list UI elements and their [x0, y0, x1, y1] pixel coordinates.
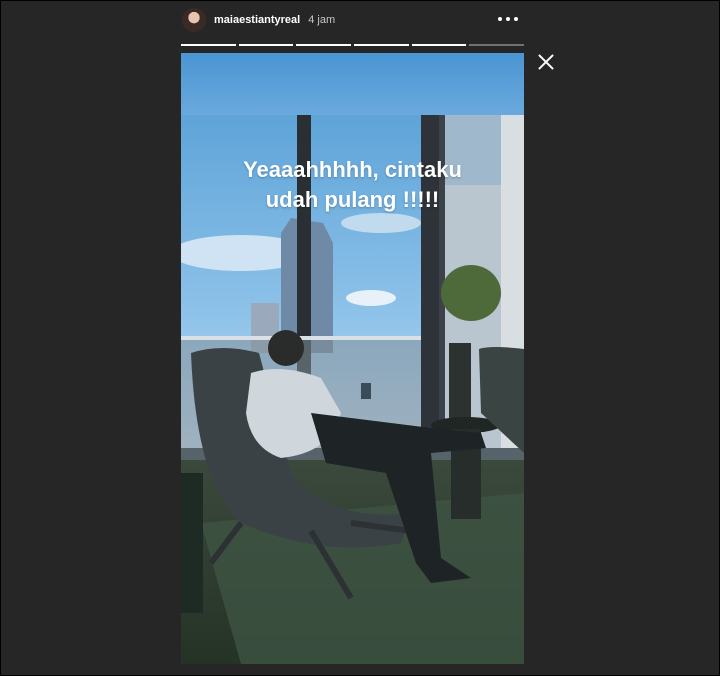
progress-segment [469, 44, 525, 46]
story-caption: Yeaaahhhhh, cintaku udah pulang !!!!! [181, 155, 524, 215]
progress-segment [238, 44, 294, 46]
progress-segment [411, 44, 467, 46]
photo-illustration [181, 53, 524, 664]
more-options-icon[interactable] [498, 11, 518, 27]
close-icon[interactable] [538, 54, 554, 70]
caption-line: Yeaaahhhhh, cintaku [243, 157, 462, 182]
story-viewer: maiaestiantyreal 4 jam Yeaaahhhhh, cinta… [181, 0, 525, 664]
username[interactable]: maiaestiantyreal [214, 14, 300, 26]
caption-line: udah pulang !!!!! [265, 187, 440, 212]
avatar[interactable] [182, 8, 206, 32]
progress-segment [296, 44, 352, 46]
story-progress-bar [181, 44, 525, 46]
story-photo[interactable]: Yeaaahhhhh, cintaku udah pulang !!!!! [181, 53, 524, 664]
timestamp: 4 jam [308, 14, 336, 26]
progress-segment [354, 44, 409, 46]
progress-segment [181, 44, 236, 46]
story-header: maiaestiantyreal 4 jam [181, 0, 524, 40]
